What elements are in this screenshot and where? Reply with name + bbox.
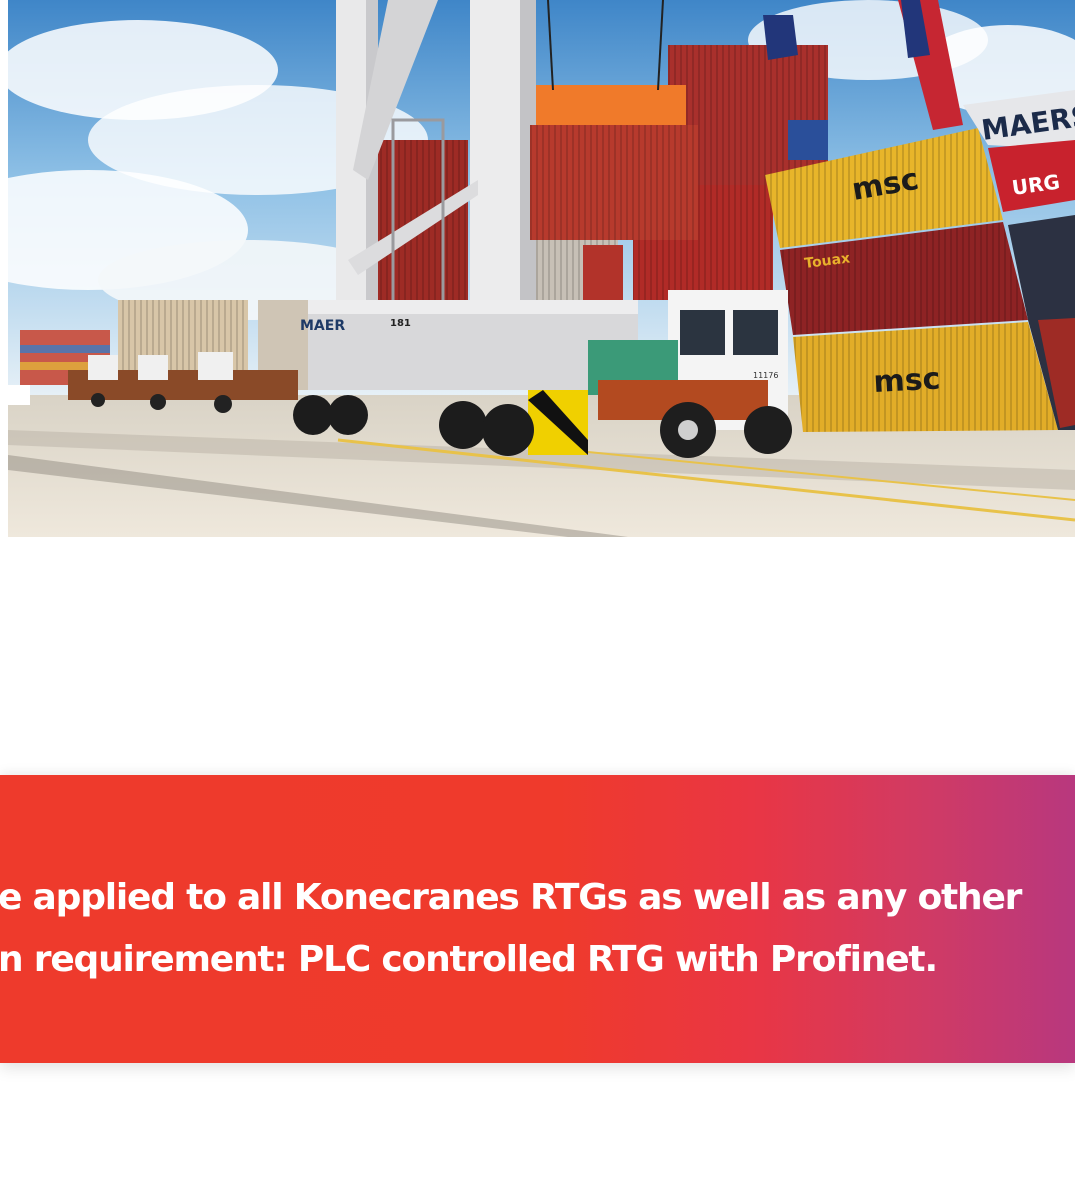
banner-line-1: e applied to all Konecranes RTGs as well… [0, 877, 1022, 918]
banner-text: e applied to all Konecranes RTGs as well… [0, 867, 1075, 991]
truck-number: 11176 [753, 371, 778, 380]
hero-image: msc Touax msc MAERS URG MAER 11176 181 [8, 0, 1075, 537]
page: msc Touax msc MAERS URG MAER 11176 181 e… [0, 0, 1075, 1182]
callout-banner: e applied to all Konecranes RTGs as well… [0, 775, 1075, 1063]
container-port-illustration: msc Touax msc MAERS URG MAER 11176 181 [8, 0, 1075, 537]
maersk-small-marking: MAER [300, 318, 345, 334]
msc-logo-bottom: msc [873, 362, 942, 400]
banner-line-2: n requirement: PLC controlled RTG with P… [0, 939, 938, 980]
crane-number: 181 [390, 318, 411, 329]
